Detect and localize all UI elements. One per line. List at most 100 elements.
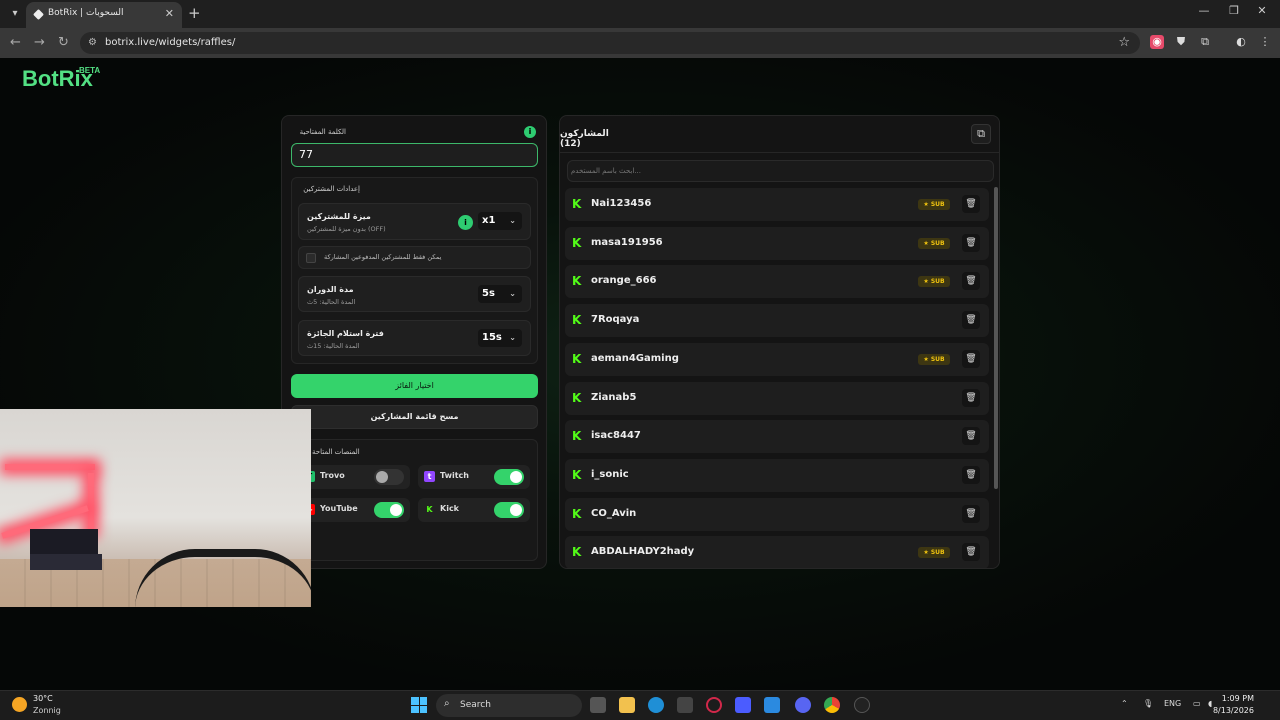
paid-only-checkbox[interactable]: [306, 253, 316, 263]
grid-app-icon[interactable]: [764, 697, 780, 713]
store-icon[interactable]: [677, 697, 693, 713]
obs-icon[interactable]: [854, 697, 870, 713]
platforms-panel: المنصات المتاحة T Trovo t Twitch ▶ YouTu…: [291, 439, 538, 561]
keyword-input[interactable]: 77: [291, 143, 538, 167]
delete-icon[interactable]: 🗑: [962, 504, 980, 523]
task-view-icon[interactable]: [590, 697, 606, 713]
pick-winner-button[interactable]: اختيار الفائز: [291, 374, 538, 398]
participant-row: K Zianab5 🗑: [565, 381, 989, 415]
sub-badge: ★ SUB: [918, 237, 950, 249]
delete-icon[interactable]: 🗑: [962, 233, 980, 252]
spin-duration-title: مدة الدوران: [307, 285, 354, 294]
twitch-toggle[interactable]: [494, 469, 524, 485]
participant-row: K ABDALHADY2hady ★ SUB 🗑: [565, 536, 989, 568]
site-info-icon[interactable]: ⚙: [88, 37, 97, 48]
window-close-icon[interactable]: ✕: [1252, 4, 1272, 17]
minimize-icon[interactable]: —: [1194, 4, 1214, 17]
delete-icon[interactable]: 🗑: [962, 427, 980, 446]
microphone-icon[interactable]: 🎙: [1143, 699, 1153, 708]
reload-icon[interactable]: ↻: [58, 35, 69, 50]
twitch-icon: t: [424, 471, 435, 482]
shield-icon[interactable]: ⛊: [1174, 35, 1188, 49]
maximize-icon[interactable]: ❐: [1224, 4, 1244, 17]
raffle-settings-card: الكلمة المفتاحية i 77 إعدادات المشتركين …: [281, 115, 547, 569]
subscriber-luck-row: ميزة للمشتركين بدون ميزة للمشتركين (OFF)…: [298, 203, 531, 240]
profile-icon[interactable]: ◐: [1234, 35, 1248, 49]
trovo-toggle[interactable]: [374, 469, 404, 485]
info-icon[interactable]: i: [458, 215, 473, 230]
clear-list-button[interactable]: مسح قائمة المشاركين: [291, 405, 538, 429]
sun-icon[interactable]: [12, 697, 27, 712]
taskbar-search[interactable]: ⌕ Search: [436, 694, 582, 717]
subscriber-luck-subtitle: بدون ميزة للمشتركين (OFF): [307, 225, 386, 233]
taskbar-search-label: Search: [460, 700, 491, 710]
participant-list[interactable]: K Nai123456 ★ SUB 🗑 Kmasa191956 ★ SUB 🗑 Korange…: [565, 188, 990, 568]
tab-search-icon[interactable]: ▾: [6, 5, 24, 23]
info-icon[interactable]: i: [524, 126, 536, 138]
claim-period-dropdown[interactable]: 15s ⌄: [478, 329, 522, 347]
menu-dots-icon[interactable]: ⋮: [1258, 35, 1272, 49]
delete-icon[interactable]: 🗑: [962, 465, 980, 484]
url-text[interactable]: botrix.live/widgets/raffles/: [105, 37, 235, 48]
forward-icon[interactable]: →: [34, 35, 45, 50]
chrome-icon[interactable]: [824, 697, 840, 713]
participant-name: masa191956: [591, 236, 663, 248]
participant-row: K CO_Avin 🗑: [565, 497, 989, 531]
delete-icon[interactable]: 🗑: [962, 272, 980, 291]
edge-icon[interactable]: [648, 697, 664, 713]
chevron-down-icon: ⌄: [509, 216, 516, 225]
delete-icon[interactable]: 🗑: [962, 543, 980, 562]
participant-row: Kaeman4Gaming ★ SUB 🗑: [565, 342, 989, 376]
dropdown-value: x1: [482, 215, 496, 226]
chevron-down-icon: ⌄: [509, 289, 516, 298]
participant-row: Korange_666 ★ SUB 🗑: [565, 265, 989, 299]
delete-icon[interactable]: 🗑: [962, 388, 980, 407]
delete-icon[interactable]: 🗑: [962, 195, 980, 213]
clock-date[interactable]: 8/13/2026: [1213, 706, 1254, 715]
delete-icon[interactable]: 🗑: [962, 349, 980, 368]
subscriber-luck-title: ميزة للمشتركين: [307, 212, 371, 221]
participant-name: 7Roqaya: [591, 314, 640, 326]
browser-tab[interactable]: BotRix | السحوبات ✕: [26, 2, 182, 28]
platforms-title: المنصات المتاحة: [312, 448, 360, 456]
kick-toggle[interactable]: [494, 502, 524, 518]
chevron-up-icon[interactable]: ⌃: [1121, 699, 1128, 708]
address-bar[interactable]: ⚙ botrix.live/widgets/raffles/ ☆: [80, 32, 1140, 54]
participant-list-scrollbar[interactable]: [994, 187, 998, 489]
opera-icon[interactable]: [706, 697, 722, 713]
platform-label: YouTube: [320, 504, 358, 513]
volume-icon[interactable]: ◖: [1208, 699, 1212, 708]
network-icon[interactable]: ▭: [1193, 699, 1201, 708]
subscriber-luck-dropdown[interactable]: x1 ⌄: [478, 212, 522, 230]
app-icon[interactable]: [735, 697, 751, 713]
file-explorer-icon[interactable]: [619, 697, 635, 713]
kick-icon: K: [572, 274, 582, 289]
weather-desc[interactable]: Zonnig: [33, 706, 61, 715]
chevron-down-icon: ⌄: [509, 333, 516, 342]
delete-icon[interactable]: 🗑: [962, 311, 980, 330]
youtube-toggle[interactable]: [374, 502, 404, 518]
participant-row: K Nai123456 ★ SUB 🗑: [565, 188, 989, 221]
copy-icon[interactable]: ⧉: [971, 124, 991, 144]
close-icon[interactable]: ✕: [165, 7, 174, 20]
language-indicator[interactable]: ENG: [1164, 699, 1181, 708]
extension-icon[interactable]: ◉: [1150, 35, 1164, 49]
puzzle-icon[interactable]: ⧉: [1198, 35, 1212, 49]
kick-icon: K: [572, 197, 582, 211]
sub-badge: ★ SUB: [918, 276, 950, 288]
participant-search-input[interactable]: ابحث باسم المستخدم...: [567, 160, 994, 182]
platform-label: Trovo: [320, 471, 345, 480]
paid-only-row[interactable]: يمكن فقط للمشتركين المدفوعين المشاركة: [298, 246, 531, 269]
bookmark-star-icon[interactable]: ☆: [1118, 35, 1130, 50]
windows-start-icon[interactable]: [411, 697, 427, 713]
kick-icon: K: [426, 505, 433, 514]
paid-only-label: يمكن فقط للمشتركين المدفوعين المشاركة: [324, 253, 442, 261]
back-icon[interactable]: ←: [10, 35, 21, 50]
new-tab-icon[interactable]: +: [188, 4, 201, 22]
spin-duration-dropdown[interactable]: 5s ⌄: [478, 285, 522, 303]
weather-temp[interactable]: 30°C: [33, 694, 53, 703]
participant-settings: إعدادات المشتركين ميزة للمشتركين بدون مي…: [291, 177, 538, 364]
clock-time[interactable]: 1:09 PM: [1222, 694, 1254, 703]
search-icon: ⌕: [444, 698, 450, 709]
discord-icon[interactable]: [795, 697, 811, 713]
